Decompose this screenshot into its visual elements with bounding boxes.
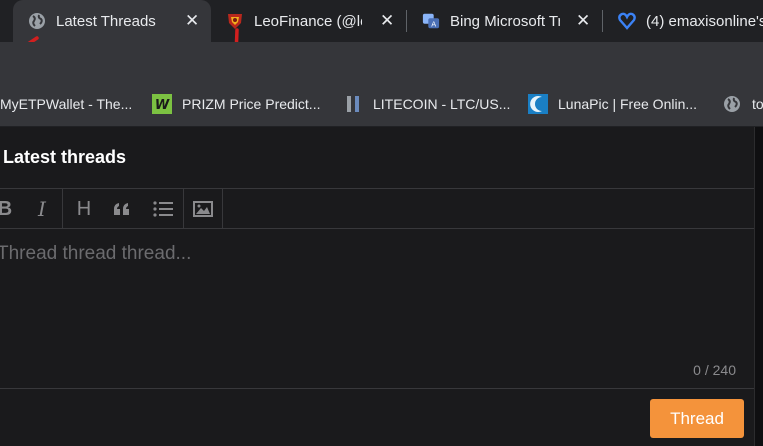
bookmark-myetpwallet[interactable]: MyETPWallet - The...	[0, 94, 132, 114]
image-icon	[193, 201, 213, 217]
bookmark-label: to	[752, 96, 763, 112]
panel-title: Latest threads	[3, 147, 127, 167]
tab-bing-translator[interactable]: A Bing Microsoft Tra ✕	[412, 0, 602, 42]
thread-submit-button[interactable]: Thread	[650, 399, 744, 438]
bold-icon: B	[0, 197, 13, 220]
address-bar-area	[0, 42, 763, 82]
bookmark-label: LunaPic | Free Onlin...	[558, 96, 698, 112]
bookmark-globe[interactable]: to	[722, 94, 763, 114]
tab-separator	[406, 10, 407, 32]
bookmarks-bar: MyETPWallet - The... W PRIZM Price Predi…	[0, 82, 763, 127]
bookmark-label: PRIZM Price Predict...	[182, 96, 321, 112]
leofinance-lion-icon	[226, 12, 244, 30]
bookmark-label: LITECOIN - LTC/US...	[373, 96, 511, 112]
tab-emaxisonline[interactable]: (4) emaxisonline's	[608, 0, 763, 42]
editor-toolbar: B I H	[0, 189, 754, 229]
bookmark-litecoin[interactable]: LITECOIN - LTC/US...	[343, 94, 510, 114]
heading-icon: H	[76, 197, 92, 220]
page-content: Latest threads B I H Thread thread threa…	[0, 127, 763, 446]
scrollbar[interactable]	[754, 127, 763, 446]
quote-icon	[114, 203, 129, 215]
italic-button[interactable]: I	[28, 189, 56, 229]
svg-text:A: A	[431, 19, 436, 28]
toolbar-separator	[62, 189, 63, 229]
quote-button[interactable]	[108, 189, 136, 229]
close-tab-button[interactable]: ✕	[576, 12, 590, 29]
tab-latest-threads[interactable]: Latest Threads ✕	[13, 0, 211, 42]
character-counter: 0 / 240	[693, 362, 736, 378]
tab-strip: Latest Threads ✕ LeoFinance (@leo ✕ A Bi…	[0, 0, 763, 42]
bookmark-lunapic[interactable]: LunaPic | Free Onlin...	[528, 94, 697, 114]
close-tab-button[interactable]: ✕	[380, 12, 394, 29]
toolbar-separator	[183, 189, 184, 229]
w-logo-icon: W	[152, 94, 172, 114]
italic-icon: I	[38, 197, 46, 221]
bing-translator-icon: A	[422, 12, 440, 30]
thread-composer-panel: Latest threads B I H Thread thread threa…	[0, 127, 754, 446]
toolbar-separator	[222, 189, 223, 229]
svg-text:W: W	[155, 98, 170, 113]
lunapic-icon	[528, 94, 548, 114]
bracket-logo-icon	[343, 94, 363, 114]
tab-separator	[602, 10, 603, 32]
bookmark-prizm[interactable]: W PRIZM Price Predict...	[152, 94, 320, 114]
tab-title: (4) emaxisonline's	[646, 12, 763, 30]
divider	[0, 388, 754, 389]
tab-leofinance[interactable]: LeoFinance (@leo ✕	[218, 0, 408, 42]
close-tab-button[interactable]: ✕	[185, 12, 199, 29]
bookmark-label: MyETPWallet - The...	[0, 96, 133, 112]
globe-icon	[28, 12, 46, 30]
tab-title: LeoFinance (@leo	[254, 12, 362, 30]
divider	[0, 228, 754, 229]
tab-title: Latest Threads	[56, 12, 156, 30]
list-button[interactable]	[148, 189, 178, 229]
bold-button[interactable]: B	[0, 189, 18, 229]
image-button[interactable]	[187, 189, 219, 229]
globe-icon	[722, 94, 742, 114]
thread-input[interactable]	[0, 231, 737, 393]
tab-title: Bing Microsoft Tra	[450, 12, 560, 30]
heart-icon	[618, 12, 636, 30]
heading-button[interactable]: H	[70, 189, 98, 229]
list-icon	[153, 201, 173, 217]
